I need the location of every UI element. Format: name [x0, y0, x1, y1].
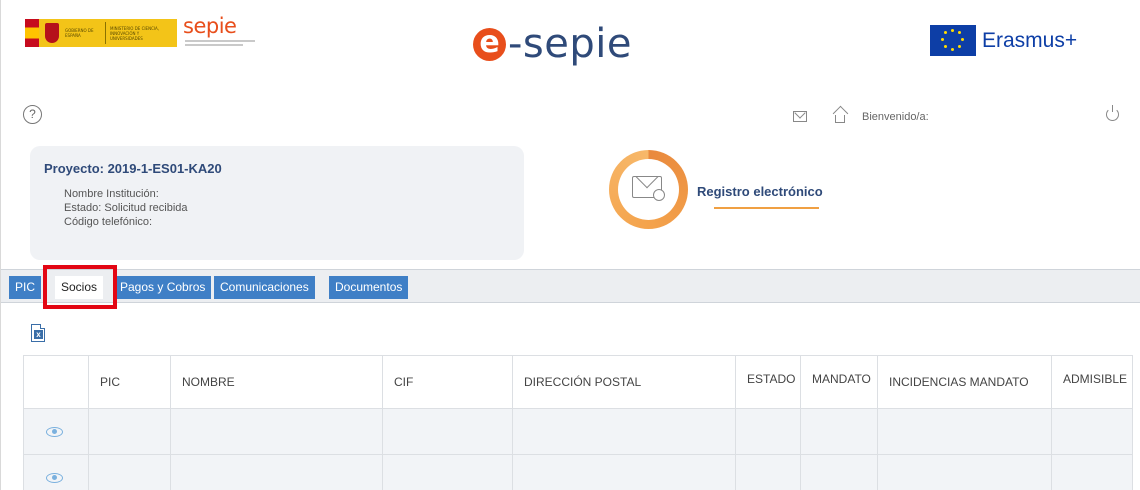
mandato-cell	[800, 454, 878, 490]
institution-name: Nombre Institución:	[64, 188, 159, 200]
eu-star	[958, 45, 961, 48]
row-action-cell	[23, 454, 89, 490]
tab-documentos[interactable]: Documentos	[329, 276, 409, 299]
tab-pic[interactable]: PIC	[9, 276, 42, 299]
nombre-cell	[170, 408, 383, 455]
incidencias-cell	[877, 408, 1052, 455]
seal-icon	[653, 189, 665, 201]
registro-electronico-icon[interactable]	[609, 150, 688, 229]
eu-star	[944, 31, 947, 34]
page: GOBIERNO DE ESPAÑA MINISTERIO DE CIENCIA…	[0, 0, 1140, 490]
sepie-logo: sepie	[181, 14, 261, 48]
home-icon-body	[835, 115, 845, 123]
table-row	[23, 408, 1133, 455]
ministry-text: MINISTERIO DE CIENCIA, INNOVACIÓN Y UNIV…	[110, 25, 160, 41]
e-sepie-logo[interactable]: e -sepie	[473, 18, 632, 70]
eu-star	[941, 38, 944, 41]
excel-icon-glyph: x	[34, 330, 43, 339]
column-header-incidencias-mandato[interactable]: INCIDENCIAS MANDATO	[877, 355, 1052, 409]
column-header-mandato[interactable]: MANDATO	[800, 355, 878, 409]
column-header-pic[interactable]: PIC	[88, 355, 171, 409]
registro-electronico-link[interactable]: Registro electrónico	[697, 184, 823, 199]
estado-cell	[735, 454, 801, 490]
project-summary-card: Proyecto: 2019-1-ES01-KA20 Nombre Instit…	[30, 146, 524, 260]
eu-star	[951, 48, 954, 51]
e-sepie-logo-text: -sepie	[508, 21, 632, 67]
tab-comunicaciones[interactable]: Comunicaciones	[214, 276, 315, 299]
pic-cell	[88, 408, 171, 455]
direccion-cell	[512, 454, 736, 490]
sepie-logo-subtitle	[185, 40, 255, 42]
column-header-admisible[interactable]: ADMISIBLE	[1051, 355, 1133, 409]
home-icon[interactable]	[832, 105, 849, 124]
admisible-cell	[1051, 408, 1133, 455]
column-header-cif[interactable]: CIF	[382, 355, 513, 409]
cif-cell	[382, 408, 513, 455]
column-header-actions	[23, 355, 89, 409]
table-row	[23, 454, 1133, 490]
column-header-nombre[interactable]: NOMBRE	[170, 355, 383, 409]
government-text: GOBIERNO DE ESPAÑA	[65, 28, 94, 38]
mail-icon[interactable]	[793, 111, 807, 122]
spain-flag-icon	[25, 19, 39, 47]
sepie-logo-text: sepie	[183, 14, 237, 38]
eye-icon[interactable]	[46, 472, 63, 483]
eu-star	[944, 45, 947, 48]
sepie-logo-subtitle-line	[185, 44, 243, 46]
welcome-text: Bienvenido/a:	[862, 111, 929, 123]
column-header-estado[interactable]: ESTADO	[735, 355, 801, 409]
header: GOBIERNO DE ESPAÑA MINISTERIO DE CIENCIA…	[1, 0, 1140, 85]
logo-divider	[105, 22, 106, 44]
eu-star	[958, 31, 961, 34]
eu-star	[951, 29, 954, 32]
estado-cell	[735, 408, 801, 455]
tab-pagos-y-cobros[interactable]: Pagos y Cobros	[114, 276, 212, 299]
nombre-cell	[170, 454, 383, 490]
admisible-cell	[1051, 454, 1133, 490]
row-action-cell	[23, 408, 89, 455]
direccion-cell	[512, 408, 736, 455]
government-logo: GOBIERNO DE ESPAÑA MINISTERIO DE CIENCIA…	[25, 19, 177, 47]
eu-star	[961, 38, 964, 41]
tab-highlight-box	[43, 265, 117, 309]
table-header-row: PIC NOMBRE CIF DIRECCIÓN POSTAL ESTADO M…	[23, 355, 1133, 409]
excel-export-icon[interactable]: x	[31, 324, 45, 342]
cif-cell	[382, 454, 513, 490]
coat-of-arms-icon	[45, 23, 59, 43]
mandato-cell	[800, 408, 878, 455]
phone-code: Código telefónico:	[64, 216, 153, 228]
help-icon[interactable]: ?	[23, 105, 42, 124]
partners-table: PIC NOMBRE CIF DIRECCIÓN POSTAL ESTADO M…	[23, 355, 1133, 490]
pic-cell	[88, 454, 171, 490]
eu-flag-icon	[930, 25, 976, 56]
erasmus-logo-text: Erasmus+	[982, 28, 1078, 52]
incidencias-cell	[877, 454, 1052, 490]
eye-icon[interactable]	[46, 426, 63, 437]
registro-underline	[714, 207, 819, 209]
project-title: Proyecto: 2019-1-ES01-KA20	[44, 161, 222, 176]
column-header-direccion-postal[interactable]: DIRECCIÓN POSTAL	[512, 355, 736, 409]
power-icon[interactable]	[1106, 105, 1119, 121]
project-status: Estado: Solicitud recibida	[64, 202, 188, 214]
e-sepie-logo-mark: e	[473, 26, 506, 61]
erasmus-logo: Erasmus+	[930, 25, 1077, 56]
